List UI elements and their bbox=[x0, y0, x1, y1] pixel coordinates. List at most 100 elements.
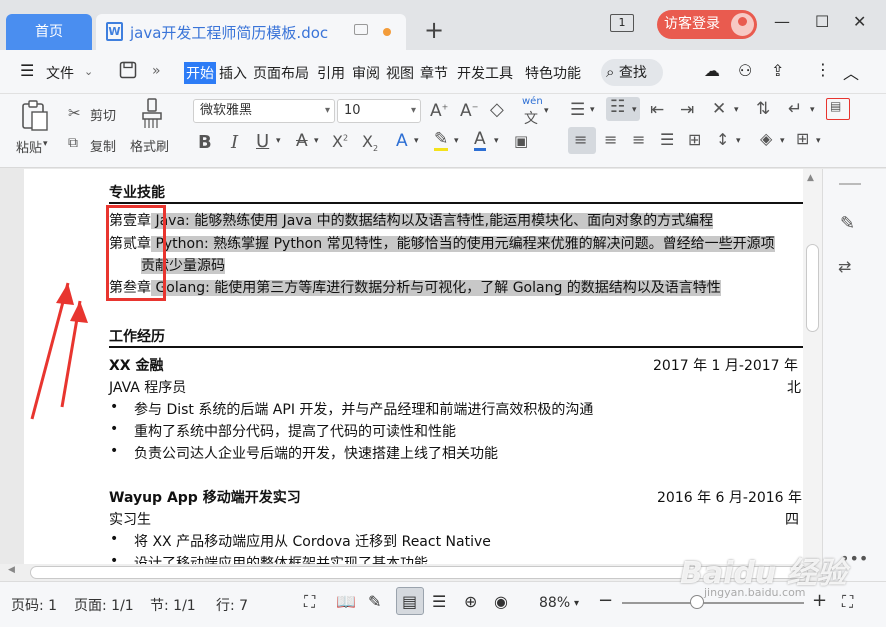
write-mode-icon[interactable]: ✎ bbox=[368, 592, 381, 611]
chinese-layout-icon[interactable]: ✕ bbox=[712, 99, 726, 119]
tab-developer[interactable]: 开发工具 bbox=[457, 63, 513, 83]
strikethrough-icon[interactable]: A bbox=[296, 131, 308, 151]
chevron-down-icon[interactable]: ▾ bbox=[590, 105, 595, 115]
fit-page-icon[interactable]: ⛶ bbox=[842, 592, 853, 612]
bold-icon[interactable]: B bbox=[198, 132, 212, 153]
justify-icon[interactable]: ☰ bbox=[660, 130, 674, 149]
chevron-down-icon[interactable]: ▾ bbox=[276, 136, 281, 146]
sort-icon[interactable]: ⇅ bbox=[756, 99, 770, 119]
skill-line[interactable]: 第叁章 Golang: 能使用第三方等库进行数据分析与可视化，了解 Golang… bbox=[109, 277, 721, 297]
tab-review[interactable]: 审阅 bbox=[352, 63, 380, 83]
increase-indent-icon[interactable]: ⇥ bbox=[680, 100, 694, 120]
collapse-ribbon-icon[interactable]: ︿ bbox=[843, 60, 859, 84]
chevron-down-icon[interactable]: ▾ bbox=[314, 136, 319, 146]
chevron-down-icon[interactable]: ▾ bbox=[494, 136, 499, 146]
tab-chapter[interactable]: 章节 bbox=[420, 63, 448, 83]
tab-special[interactable]: 特色功能 bbox=[525, 63, 581, 83]
new-tab-button[interactable]: + bbox=[424, 16, 444, 44]
subscript-icon[interactable]: X2 bbox=[362, 132, 378, 153]
grow-font-icon[interactable]: A+ bbox=[430, 101, 448, 121]
paste-label[interactable]: 粘贴 bbox=[16, 137, 42, 156]
zoom-level[interactable]: 88% bbox=[539, 595, 570, 611]
align-right-icon[interactable]: ≡ bbox=[632, 130, 645, 149]
tab-view[interactable]: 视图 bbox=[386, 63, 414, 83]
shading-icon[interactable]: ◈ bbox=[760, 129, 772, 148]
chevron-down-icon[interactable]: ▾ bbox=[736, 136, 741, 146]
window-count-button[interactable]: 1 bbox=[610, 14, 634, 32]
edit-pen-icon[interactable]: ✎ bbox=[840, 213, 855, 234]
zoom-slider[interactable] bbox=[622, 602, 804, 604]
chevron-down-icon[interactable]: ▾ bbox=[780, 136, 785, 146]
skill-line[interactable]: 第贰章 Python: 熟练掌握 Python 常见特性，能够恰当的使用元编程来… bbox=[109, 233, 775, 253]
reading-mode-icon[interactable]: 📖 bbox=[336, 592, 356, 611]
eye-protect-icon[interactable]: ◉ bbox=[494, 592, 508, 611]
page-count[interactable]: 页面: 1/1 bbox=[74, 595, 134, 615]
zoom-in-icon[interactable]: + bbox=[812, 590, 827, 611]
hamburger-icon[interactable]: ☰ bbox=[20, 61, 34, 80]
web-view-icon[interactable]: ⊕ bbox=[464, 592, 477, 611]
copy-icon[interactable]: ⧉ bbox=[68, 135, 78, 151]
underline-icon[interactable]: U bbox=[256, 131, 269, 152]
vertical-scroll-thumb[interactable] bbox=[806, 244, 819, 332]
chevron-down-icon[interactable]: ▾ bbox=[816, 136, 821, 146]
vertical-scrollbar[interactable] bbox=[803, 169, 822, 564]
row-indicator[interactable]: 行: 7 bbox=[216, 595, 248, 615]
font-size-select[interactable]: 10 ▾ bbox=[337, 99, 421, 123]
paste-icon[interactable] bbox=[20, 100, 50, 136]
outline-view-icon[interactable]: ☰ bbox=[432, 592, 446, 611]
cut-label[interactable]: 剪切 bbox=[90, 105, 116, 124]
chevron-down-icon[interactable]: ⌄ bbox=[84, 65, 93, 78]
scissors-icon[interactable]: ✂ bbox=[68, 104, 81, 122]
add-user-icon[interactable]: ⚇ bbox=[738, 61, 752, 80]
show-marks-icon[interactable]: ↵ bbox=[788, 99, 802, 119]
tab-start[interactable]: 开始 bbox=[184, 62, 216, 84]
page-border-icon[interactable]: ▤ bbox=[826, 98, 850, 120]
panel-handle-icon[interactable] bbox=[839, 183, 861, 185]
distribute-icon[interactable]: ⊞ bbox=[688, 130, 701, 149]
visitor-login-button[interactable]: 访客登录 bbox=[657, 10, 757, 39]
paste-chevron-icon[interactable]: ▾ bbox=[43, 139, 48, 149]
chevron-down-icon[interactable]: ▾ bbox=[734, 105, 739, 115]
section-indicator[interactable]: 节: 1/1 bbox=[150, 595, 196, 615]
char-border-icon[interactable]: ▣ bbox=[514, 132, 528, 150]
align-left-icon[interactable]: ≡ bbox=[568, 127, 596, 154]
chevron-down-icon[interactable]: ▾ bbox=[414, 136, 419, 146]
chevron-down-icon[interactable]: ▾ bbox=[632, 105, 637, 115]
translate-icon[interactable]: ⇄ bbox=[838, 257, 851, 276]
fullscreen-icon[interactable]: ⛶ bbox=[304, 592, 315, 612]
tab-home[interactable]: 首页 bbox=[6, 14, 92, 50]
align-center-icon[interactable]: ≡ bbox=[604, 130, 617, 149]
decrease-indent-icon[interactable]: ⇤ bbox=[650, 100, 664, 120]
clear-format-icon[interactable]: ◇ bbox=[490, 99, 504, 120]
close-icon[interactable]: ✕ bbox=[853, 12, 866, 31]
cloud-sync-icon[interactable]: ☁ bbox=[704, 61, 720, 80]
chevron-down-icon[interactable]: ▾ bbox=[574, 598, 579, 609]
scroll-left-icon[interactable]: ◀ bbox=[8, 565, 15, 575]
tab-insert[interactable]: 插入 bbox=[219, 63, 247, 83]
shrink-font-icon[interactable]: A− bbox=[460, 101, 478, 121]
pinyin-char-icon[interactable]: 文 bbox=[524, 108, 538, 128]
more-options-icon[interactable]: ⋮ bbox=[815, 60, 831, 79]
document-page[interactable]: 专业技能 第壹章 Java: 能够熟练使用 Java 中的数据结构以及语言特性,… bbox=[24, 169, 822, 564]
chevron-down-icon[interactable]: ▾ bbox=[454, 136, 459, 146]
zoom-slider-handle[interactable] bbox=[690, 595, 704, 609]
font-name-select[interactable]: 微软雅黑 ▾ bbox=[193, 99, 335, 123]
highlight-icon[interactable]: ✎ bbox=[434, 130, 449, 151]
tab-references[interactable]: 引用 bbox=[317, 63, 345, 83]
page-number[interactable]: 页码: 1 bbox=[11, 595, 57, 615]
pinyin-icon[interactable]: wén bbox=[522, 96, 543, 107]
more-chevron-icon[interactable]: » bbox=[152, 63, 161, 79]
font-color-icon[interactable]: A bbox=[474, 130, 486, 151]
scroll-up-icon[interactable]: ▲ bbox=[807, 173, 814, 183]
format-painter-label[interactable]: 格式刷 bbox=[130, 136, 169, 155]
superscript-icon[interactable]: X2 bbox=[332, 132, 348, 151]
monitor-icon[interactable] bbox=[354, 24, 368, 35]
format-painter-icon[interactable] bbox=[140, 98, 164, 134]
tab-page-layout[interactable]: 页面布局 bbox=[253, 63, 309, 83]
minimize-icon[interactable]: — bbox=[774, 12, 790, 31]
bullet-list-icon[interactable]: ☰ bbox=[570, 100, 585, 120]
tab-document[interactable]: W java开发工程师简历模板.doc bbox=[96, 14, 406, 50]
borders-icon[interactable]: ⊞ bbox=[796, 129, 809, 148]
italic-icon[interactable]: I bbox=[231, 132, 238, 153]
save-icon[interactable] bbox=[119, 61, 137, 83]
